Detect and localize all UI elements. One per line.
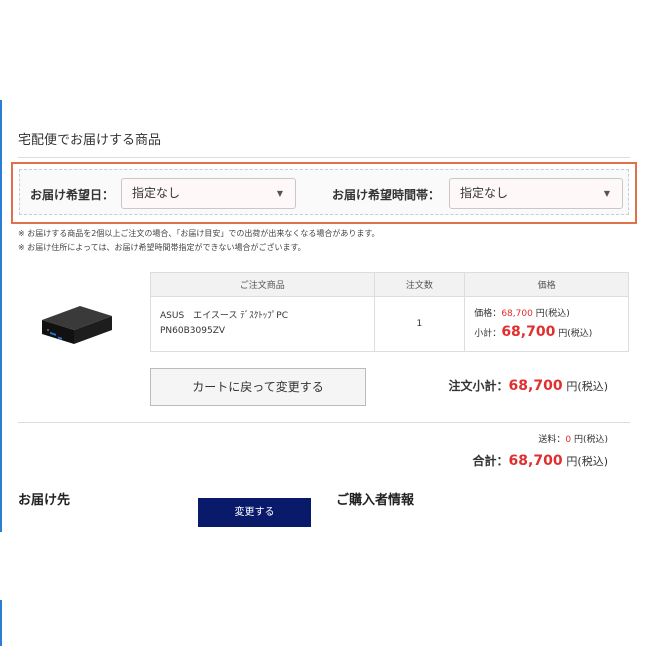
total-label: 合計： bbox=[472, 454, 509, 468]
change-address-button[interactable]: 変更する bbox=[198, 498, 311, 527]
row-subtotal-value: 68,700 bbox=[501, 324, 556, 340]
shipping-value: 0 bbox=[565, 435, 572, 445]
product-name-cell: ASUS エイスース ﾃﾞｽｸﾄｯﾌﾟPC PN60B3095ZV bbox=[150, 296, 375, 352]
product-image bbox=[42, 306, 112, 344]
price-value: 68,700 bbox=[501, 309, 533, 319]
price-cell: 価格：68,700 円(税込) 小計：68,700 円(税込) bbox=[464, 296, 629, 352]
shipping-unit: 円(税込) bbox=[573, 435, 608, 445]
delivery-options-inner: お届け希望日： 指定なし ▼ お届け希望時間帯： 指定なし ▼ bbox=[19, 169, 629, 215]
total-unit: 円(税込) bbox=[566, 455, 608, 468]
back-to-cart-button[interactable]: カートに戻って変更する bbox=[150, 368, 366, 406]
summary-divider bbox=[18, 422, 630, 423]
left-accent-rule bbox=[0, 100, 2, 532]
table-row: ASUS エイスース ﾃﾞｽｸﾄｯﾌﾟPC PN60B3095ZV 1 価格：6… bbox=[150, 296, 629, 352]
header-price: 価格 bbox=[464, 272, 629, 297]
delivery-time-value: 指定なし bbox=[460, 186, 509, 200]
note-shipping-multiple: ※ お届けする商品を2個以上ご注文の場合、「お届け目安」での出荷が出来なくなる場… bbox=[18, 229, 380, 238]
total-value: 68,700 bbox=[508, 453, 563, 469]
note-time-restriction: ※ お届け住所によっては、お届け希望時間帯指定ができない場合がございます。 bbox=[18, 243, 306, 252]
buyer-info-heading: ご購入者情報 bbox=[336, 493, 415, 508]
shipping-label: 送料： bbox=[538, 435, 566, 445]
row-subtotal-unit: 円(税込) bbox=[558, 329, 593, 339]
product-model: PN60B3095ZV bbox=[160, 326, 226, 336]
row-subtotal-label: 小計： bbox=[474, 329, 502, 339]
deliver-to-heading: お届け先 bbox=[18, 493, 71, 508]
price-label: 価格： bbox=[474, 309, 502, 319]
chevron-down-icon: ▼ bbox=[603, 189, 610, 198]
order-subtotal-value: 68,700 bbox=[508, 378, 563, 394]
section-title: 宅配便でお届けする商品 bbox=[18, 133, 162, 148]
delivery-date-value: 指定なし bbox=[132, 186, 181, 200]
order-subtotal-label: 注文小計： bbox=[448, 379, 509, 393]
delivery-time-label: お届け希望時間帯： bbox=[332, 188, 441, 202]
delivery-options-box: お届け希望日： 指定なし ▼ お届け希望時間帯： 指定なし ▼ bbox=[11, 162, 637, 224]
chevron-down-icon: ▼ bbox=[276, 189, 283, 198]
price-unit: 円(税込) bbox=[535, 309, 570, 319]
section-divider bbox=[18, 157, 630, 158]
delivery-time-select[interactable]: 指定なし ▼ bbox=[449, 178, 623, 209]
delivery-date-label: お届け希望日： bbox=[30, 188, 115, 202]
order-subtotal-unit: 円(税込) bbox=[566, 380, 608, 393]
header-product: ご注文商品 bbox=[150, 272, 375, 297]
order-table: ご注文商品 注文数 価格 ASUS エイスース ﾃﾞｽｸﾄｯﾌﾟPC PN60B… bbox=[150, 272, 629, 352]
delivery-date-select[interactable]: 指定なし ▼ bbox=[121, 178, 296, 209]
shipping-fee: 送料：0 円(税込) bbox=[538, 432, 608, 445]
order-total: 合計：68,700 円(税込) bbox=[473, 452, 608, 469]
order-subtotal: 注文小計：68,700 円(税込) bbox=[449, 377, 608, 394]
product-name: ASUS エイスース ﾃﾞｽｸﾄｯﾌﾟPC bbox=[160, 311, 289, 321]
quantity-cell: 1 bbox=[373, 296, 466, 352]
left-accent-rule-lower bbox=[0, 600, 2, 646]
header-quantity: 注文数 bbox=[373, 272, 466, 297]
